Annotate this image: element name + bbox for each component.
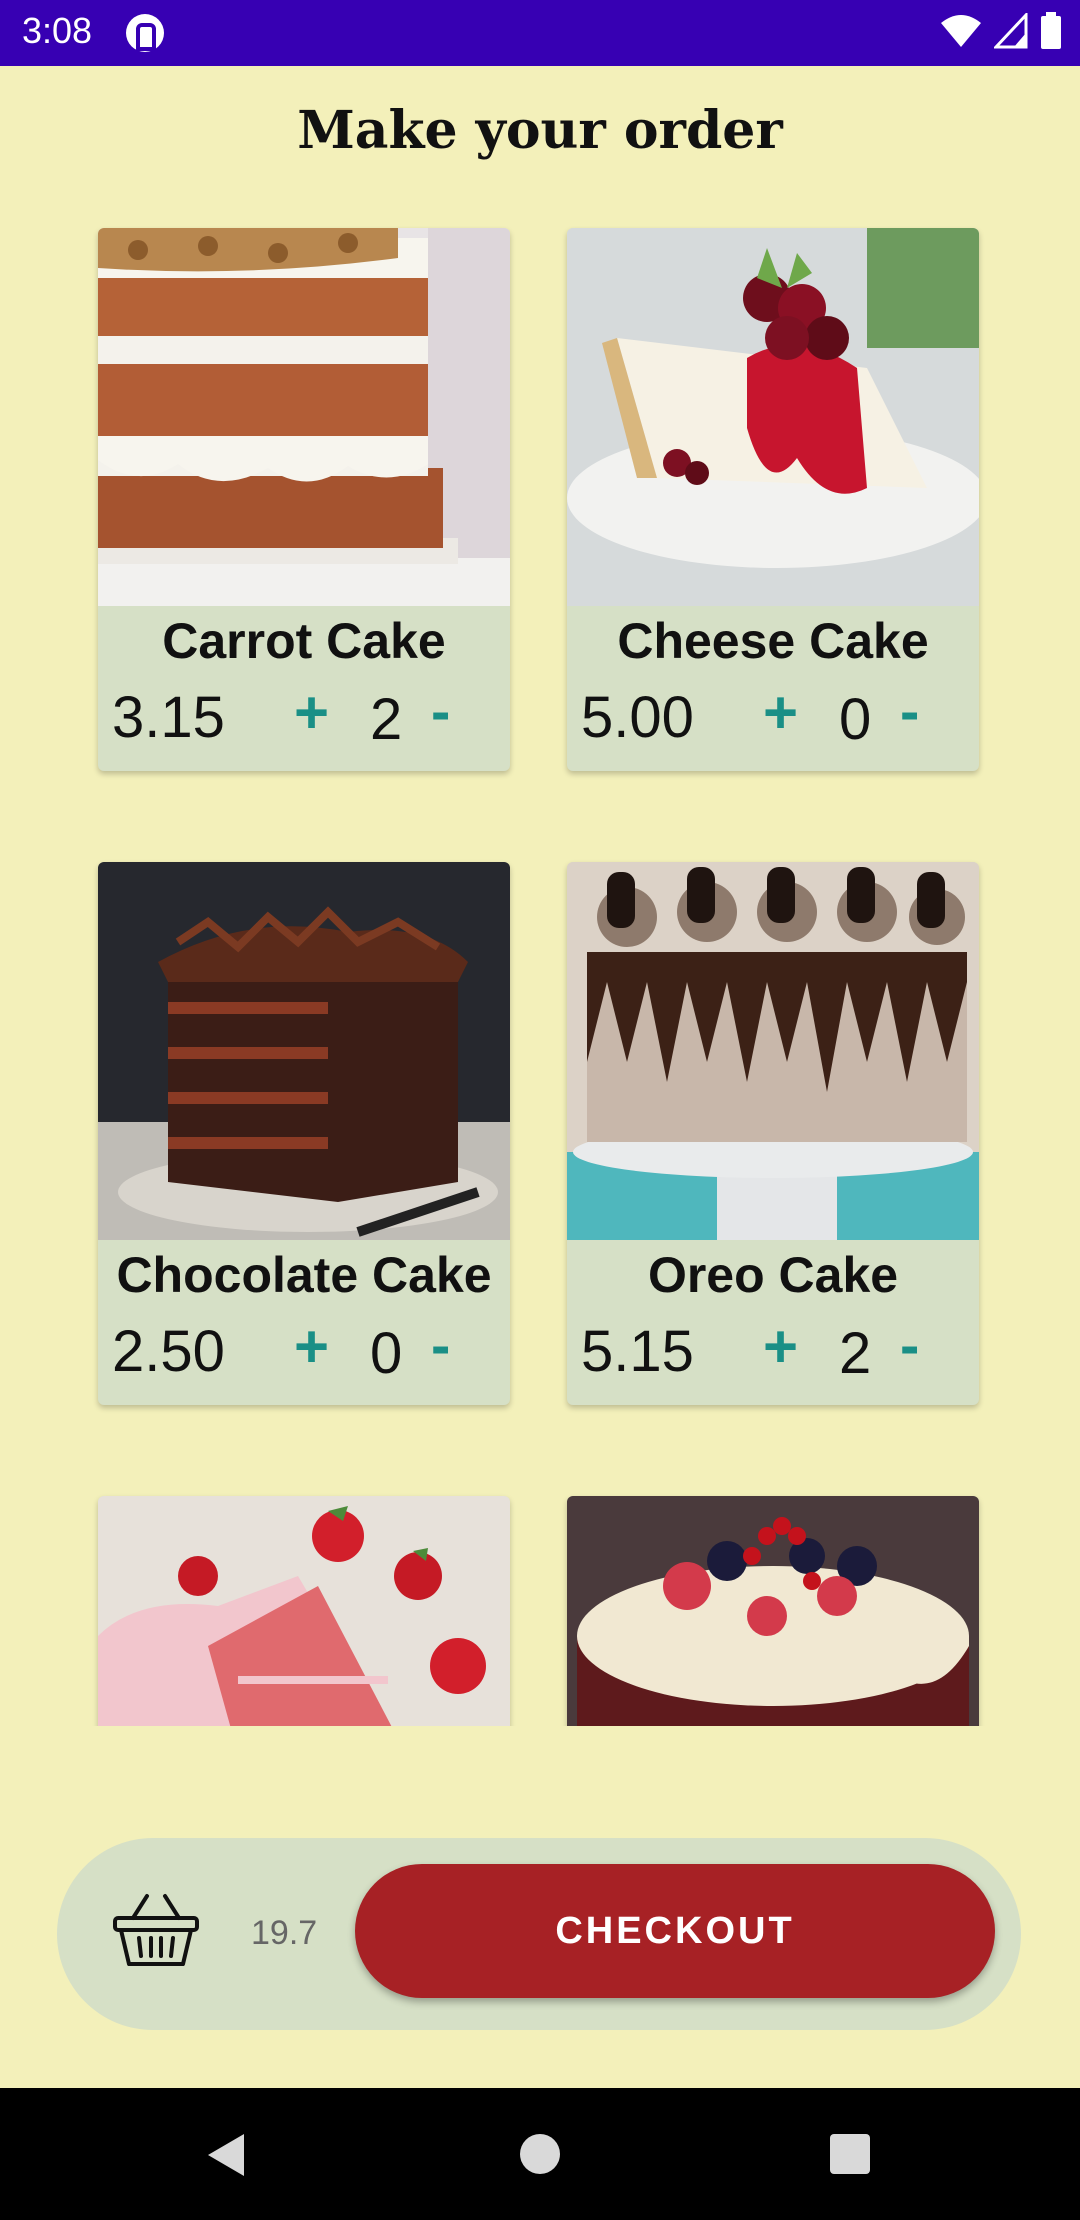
increase-button[interactable]: + (294, 678, 329, 747)
product-card-berry-cake[interactable] (567, 1496, 979, 1726)
increase-button[interactable]: + (294, 1312, 329, 1381)
decrease-button[interactable]: - (900, 1312, 919, 1379)
recent-apps-icon[interactable] (830, 2134, 870, 2174)
product-quantity: 2 (370, 687, 403, 752)
app-notification-icon (126, 14, 164, 52)
battery-icon (1041, 12, 1061, 49)
cheese-cake-image (567, 228, 979, 606)
product-name: Oreo Cake (647, 1247, 899, 1303)
product-name: Chocolate Cake (116, 1247, 492, 1303)
product-card-cheese-cake[interactable]: Cheese Cake 5.00 + 0 - (567, 228, 979, 771)
product-price: 5.00 (581, 685, 694, 750)
decrease-button[interactable]: - (431, 678, 450, 745)
product-grid[interactable]: Carrot Cake 3.15 + 2 - Cheese Cake 5.00 … (3, 226, 1077, 1726)
home-icon[interactable] (520, 2134, 560, 2174)
product-price: 5.15 (581, 1319, 694, 1384)
product-card-carrot-cake[interactable]: Carrot Cake 3.15 + 2 - (98, 228, 510, 771)
chocolate-cake-image (98, 862, 510, 1240)
berry-cake-image (567, 1496, 979, 1726)
increase-button[interactable]: + (763, 678, 798, 747)
product-price: 2.50 (112, 1319, 225, 1384)
increase-button[interactable]: + (763, 1312, 798, 1381)
product-quantity: 2 (839, 1321, 872, 1386)
checkout-button[interactable]: CHECKOUT (355, 1864, 995, 1998)
oreo-cake-image (567, 862, 979, 1240)
product-card-oreo-cake[interactable]: Oreo Cake 5.15 + 2 - (567, 862, 979, 1405)
checkout-bar: 19.7 CHECKOUT (57, 1838, 1021, 2030)
status-bar: 3:08 (0, 0, 1080, 66)
order-screen: Make your order Carrot Cake 3.15 + 2 - C… (3, 66, 1077, 2088)
product-name: Cheese Cake (617, 613, 929, 669)
status-icons (940, 12, 1062, 50)
strawberry-cake-image (98, 1496, 510, 1726)
product-card-chocolate-cake[interactable]: Chocolate Cake 2.50 + 0 - (98, 862, 510, 1405)
status-time: 3:08 (22, 10, 93, 51)
signal-icon (994, 13, 1028, 49)
decrease-button[interactable]: - (431, 1312, 450, 1379)
page-title: Make your order (297, 100, 783, 161)
product-quantity: 0 (839, 687, 872, 752)
back-icon[interactable] (206, 2132, 246, 2178)
product-card-strawberry-cake[interactable] (98, 1496, 510, 1726)
wifi-icon (941, 15, 981, 47)
navigation-bar (0, 2088, 1080, 2220)
basket-icon (113, 1894, 199, 1966)
product-name: Carrot Cake (162, 613, 446, 669)
carrot-cake-image (98, 228, 510, 606)
decrease-button[interactable]: - (900, 678, 919, 745)
product-quantity: 0 (370, 1321, 403, 1386)
order-total: 19.7 (251, 1914, 318, 1952)
product-price: 3.15 (112, 685, 225, 750)
